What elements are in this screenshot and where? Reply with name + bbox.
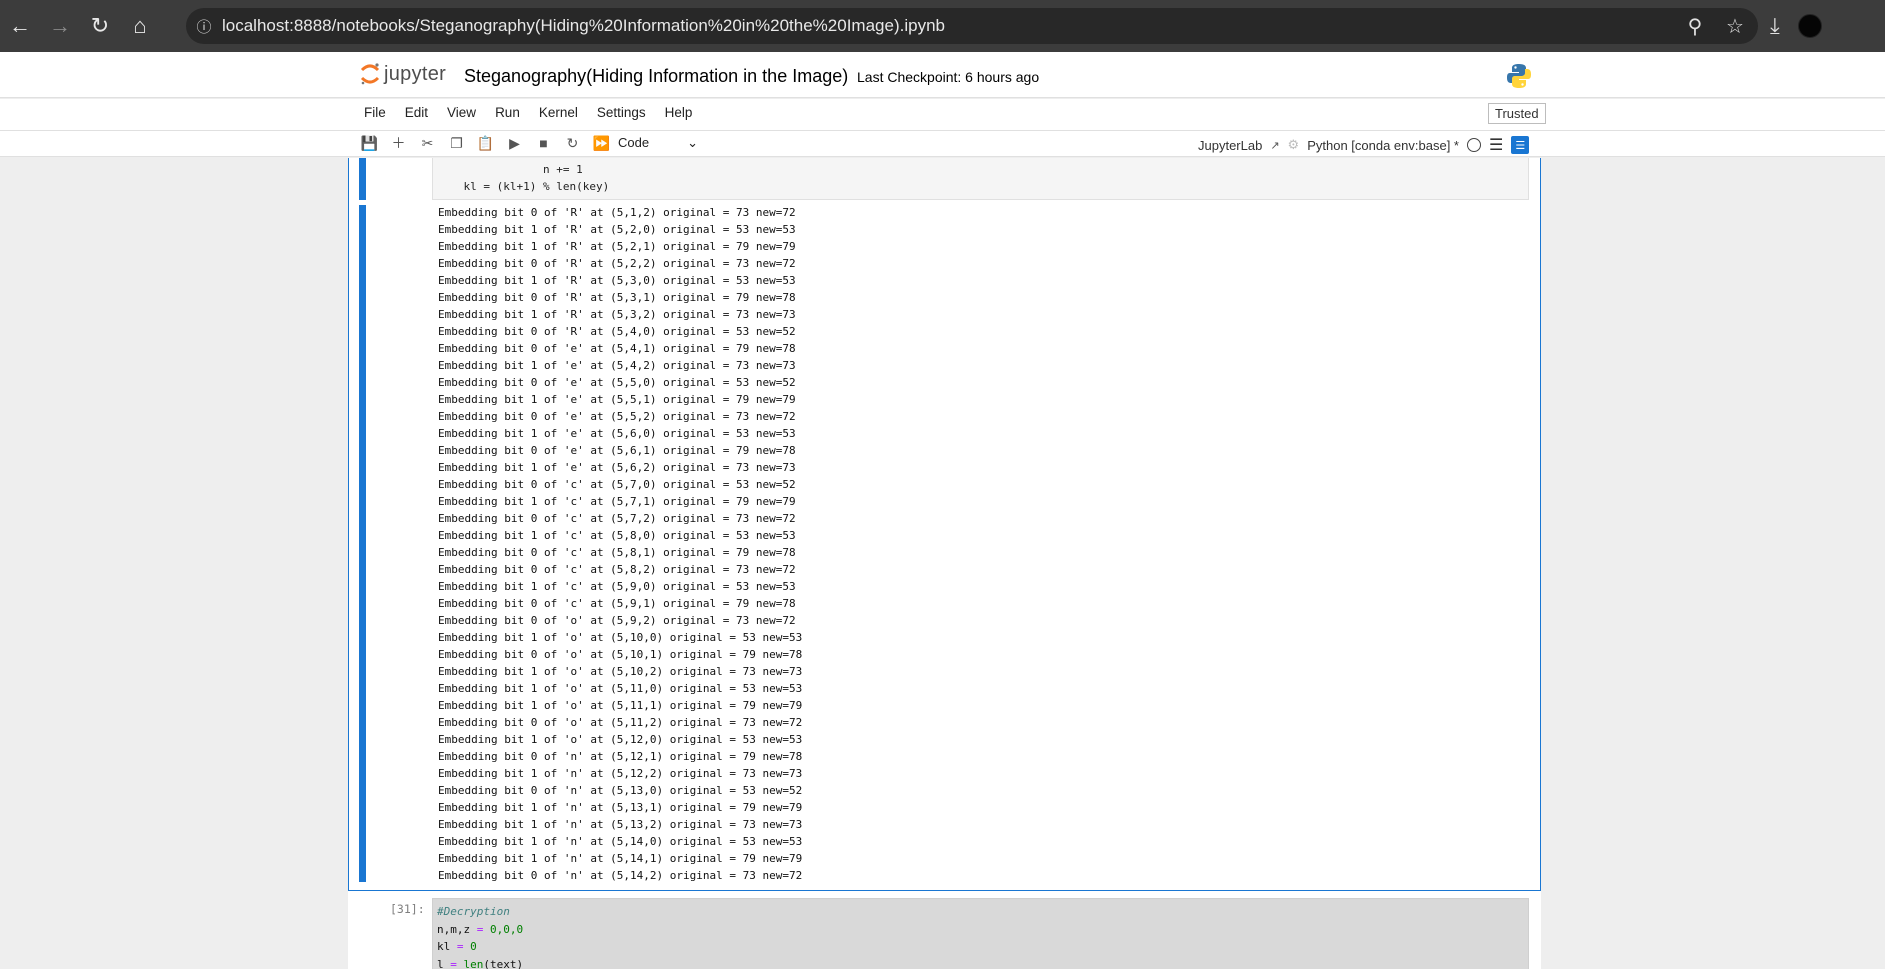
code-line: n += 1 kl = (kl+1) % len(key) [437, 163, 610, 193]
output-line: Embedding bit 1 of 'o' at (5,11,1) origi… [438, 699, 803, 712]
output-line: Embedding bit 0 of 'c' at (5,7,0) origin… [438, 478, 796, 491]
output-line: Embedding bit 0 of 'n' at (5,13,0) origi… [438, 784, 803, 797]
copy-icon[interactable]: ❐ [442, 135, 471, 152]
notebook-title[interactable]: Steganography(Hiding Information in the … [464, 66, 848, 87]
forward-arrow-icon[interactable]: → [40, 6, 80, 46]
restart-icon[interactable]: ↻ [558, 135, 587, 152]
download-icon[interactable]: ⤓ [1770, 13, 1780, 39]
output-line: Embedding bit 0 of 'R' at (5,3,1) origin… [438, 291, 796, 304]
notebook-sheet: n += 1 kl = (kl+1) % len(key) Embedding … [348, 158, 1541, 969]
run-icon[interactable]: ▶ [500, 135, 529, 152]
stop-icon[interactable]: ■ [529, 135, 558, 151]
output-line: Embedding bit 1 of 'R' at (5,2,0) origin… [438, 223, 796, 236]
output-line: Embedding bit 1 of 'n' at (5,12,2) origi… [438, 767, 803, 780]
reload-icon[interactable]: ↻ [80, 6, 120, 46]
save-icon[interactable]: 💾 [355, 135, 384, 152]
paste-icon[interactable]: 📋 [471, 135, 500, 152]
zoom-icon[interactable]: ⚲ [1682, 14, 1708, 39]
python-logo-icon [1507, 64, 1531, 88]
output-line: Embedding bit 0 of 'R' at (5,1,2) origin… [438, 206, 796, 219]
last-checkpoint: Last Checkpoint: 6 hours ago [857, 69, 1040, 85]
menu-kernel[interactable]: Kernel [539, 105, 578, 120]
menu-view[interactable]: View [447, 105, 476, 120]
output-line: Embedding bit 1 of 'e' at (5,6,2) origin… [438, 461, 796, 474]
output-line: Embedding bit 1 of 'o' at (5,11,0) origi… [438, 682, 803, 695]
notebook-panel[interactable]: n += 1 kl = (kl+1) % len(key) Embedding … [0, 158, 1885, 969]
output-line: Embedding bit 0 of 'c' at (5,8,2) origin… [438, 563, 796, 576]
add-cell-icon[interactable]: ＋ [384, 133, 413, 153]
output-line: Embedding bit 1 of 'n' at (5,14,0) origi… [438, 835, 803, 848]
output-line: Embedding bit 0 of 'n' at (5,12,1) origi… [438, 750, 803, 763]
code-editor[interactable]: n += 1 kl = (kl+1) % len(key) [432, 158, 1529, 200]
menu-help[interactable]: Help [665, 105, 693, 120]
bookmark-star-icon[interactable]: ☆ [1722, 14, 1748, 39]
output-line: Embedding bit 0 of 'R' at (5,2,2) origin… [438, 257, 796, 270]
output-line: Embedding bit 0 of 'n' at (5,14,2) origi… [438, 869, 803, 882]
jupyter-wordmark: jupyter [384, 62, 447, 85]
output-line: Embedding bit 0 of 'e' at (5,6,1) origin… [438, 444, 796, 457]
gear-icon[interactable]: ⚙ [1288, 137, 1300, 153]
output-collapser[interactable] [359, 205, 366, 882]
notebook-toolbar: 💾 ＋ ✂ ❐ 📋 ▶ ■ ↻ ⏩ Code ⌄ JupyterLab ↗ ⚙ … [0, 131, 1885, 157]
chevron-down-icon: ⌄ [687, 135, 698, 150]
jupyter-header: jupyter Steganography(Hiding Information… [0, 52, 1885, 98]
jupyter-logo[interactable]: jupyter [360, 62, 446, 86]
menu-file[interactable]: File [364, 105, 386, 120]
table-of-contents-icon[interactable]: ☰ [1511, 136, 1530, 154]
output-line: Embedding bit 0 of 'R' at (5,4,0) origin… [438, 325, 796, 338]
output-line: Embedding bit 0 of 'e' at (5,5,0) origin… [438, 376, 796, 389]
jupyter-mark-icon [360, 63, 380, 85]
output-text: Embedding bit 0 of 'R' at (5,1,2) origin… [438, 204, 802, 884]
menu-bars-icon[interactable]: ☰ [1489, 135, 1503, 155]
trusted-indicator[interactable]: Trusted [1488, 103, 1546, 124]
restart-run-all-icon[interactable]: ⏩ [587, 135, 616, 152]
output-line: Embedding bit 1 of 'n' at (5,13,2) origi… [438, 818, 803, 831]
output-line: Embedding bit 1 of 'e' at (5,4,2) origin… [438, 359, 796, 372]
cell-output: Embedding bit 0 of 'R' at (5,1,2) origin… [438, 204, 802, 884]
output-line: Embedding bit 0 of 'c' at (5,8,1) origin… [438, 546, 796, 559]
kernel-status-icon [1466, 138, 1481, 152]
output-line: Embedding bit 0 of 'c' at (5,7,2) origin… [438, 512, 796, 525]
output-line: Embedding bit 1 of 'n' at (5,14,1) origi… [438, 852, 803, 865]
output-line: Embedding bit 1 of 'R' at (5,3,0) origin… [438, 274, 796, 287]
output-line: Embedding bit 1 of 'e' at (5,6,0) origin… [438, 427, 796, 440]
output-line: Embedding bit 1 of 'c' at (5,8,0) origin… [438, 529, 796, 542]
home-icon[interactable]: ⌂ [120, 6, 160, 46]
jupyterlab-link[interactable]: JupyterLab [1198, 138, 1262, 153]
output-line: Embedding bit 1 of 'R' at (5,2,1) origin… [438, 240, 796, 253]
cell-prompt: [31]: [390, 902, 425, 916]
profile-avatar[interactable] [1797, 14, 1822, 38]
back-arrow-icon[interactable]: ← [0, 6, 40, 46]
menu-run[interactable]: Run [495, 105, 520, 120]
output-line: Embedding bit 1 of 'o' at (5,10,2) origi… [438, 665, 803, 678]
output-line: Embedding bit 0 of 'o' at (5,9,2) origin… [438, 614, 796, 627]
url-text[interactable]: localhost:8888/notebooks/Steganography(H… [222, 16, 945, 36]
output-line: Embedding bit 1 of 'c' at (5,7,1) origin… [438, 495, 796, 508]
external-link-icon: ↗ [1270, 139, 1280, 152]
browser-toolbar: ← → ↻ ⌂ ⓘ localhost:8888/notebooks/Stega… [0, 0, 1885, 52]
output-line: Embedding bit 0 of 'e' at (5,4,1) origin… [438, 342, 796, 355]
decryption-code-editor[interactable]: #Decryption n,m,z = 0,0,0 kl = 0 l = len… [432, 898, 1529, 969]
cell-type-value: Code [618, 135, 650, 150]
output-line: Embedding bit 1 of 'o' at (5,10,0) origi… [438, 631, 803, 644]
output-line: Embedding bit 1 of 'o' at (5,12,0) origi… [438, 733, 803, 746]
output-line: Embedding bit 1 of 'n' at (5,13,1) origi… [438, 801, 803, 814]
cell-type-select[interactable]: Code ⌄ [618, 135, 698, 151]
menu-settings[interactable]: Settings [597, 105, 646, 120]
site-info-icon[interactable]: ⓘ [186, 16, 222, 37]
kernel-name[interactable]: Python [conda env:base] * [1307, 138, 1459, 153]
output-line: Embedding bit 1 of 'e' at (5,5,1) origin… [438, 393, 796, 406]
address-bar[interactable]: ⓘ localhost:8888/notebooks/Steganography… [186, 8, 1758, 44]
output-line: Embedding bit 0 of 'c' at (5,9,1) origin… [438, 597, 796, 610]
menu-edit[interactable]: Edit [405, 105, 428, 120]
output-line: Embedding bit 0 of 'e' at (5,5,2) origin… [438, 410, 796, 423]
code-text: #Decryption n,m,z = 0,0,0 kl = 0 l = len… [437, 905, 524, 969]
output-line: Embedding bit 1 of 'c' at (5,9,0) origin… [438, 580, 796, 593]
output-line: Embedding bit 0 of 'o' at (5,11,2) origi… [438, 716, 803, 729]
cut-icon[interactable]: ✂ [413, 135, 442, 152]
input-collapser[interactable] [359, 158, 366, 200]
output-line: Embedding bit 0 of 'o' at (5,10,1) origi… [438, 648, 803, 661]
output-line: Embedding bit 1 of 'R' at (5,3,2) origin… [438, 308, 796, 321]
menu-bar: File Edit View Run Kernel Settings Help … [0, 99, 1885, 131]
